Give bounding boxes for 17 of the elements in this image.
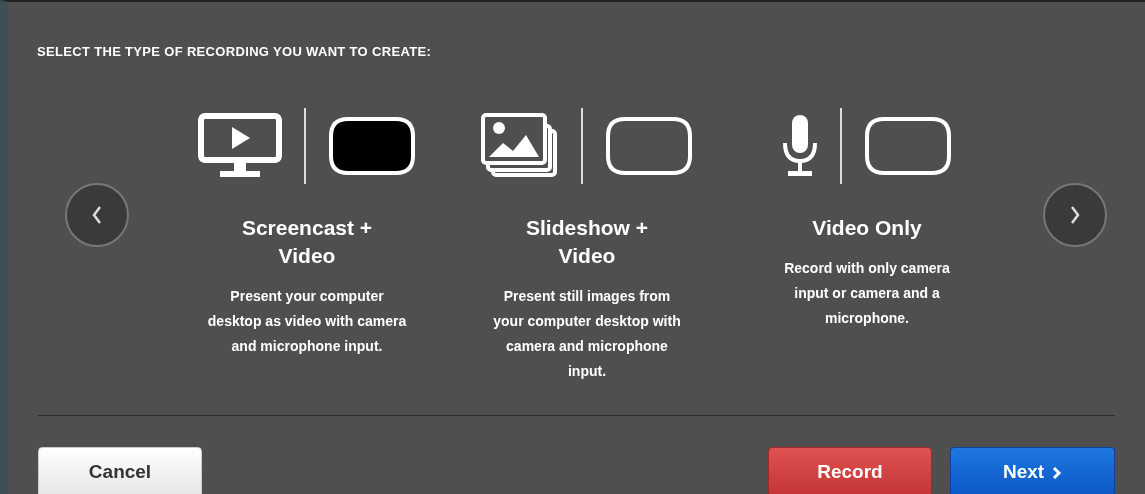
option-title: Video Only bbox=[811, 214, 923, 241]
next-button[interactable]: Next bbox=[950, 446, 1115, 494]
record-button[interactable]: Record bbox=[768, 446, 932, 494]
empty-frame-icon[interactable] bbox=[605, 115, 693, 176]
microphone-icon bbox=[782, 112, 818, 179]
option-description: Record with only camera input or camera and a microphone. bbox=[783, 258, 951, 328]
dialog-heading: SELECT THE TYPE OF RECORDING YOU WANT TO CREATE: bbox=[37, 43, 433, 61]
filled-frame-icon[interactable] bbox=[328, 115, 416, 176]
option-title: Slideshow + Video bbox=[525, 214, 649, 269]
monitor-play-icon bbox=[198, 112, 282, 179]
option-description: Present still images from your computer desktop with camera and microphone input. bbox=[492, 286, 682, 381]
cancel-button[interactable]: Cancel bbox=[38, 446, 202, 494]
chevron-right-icon bbox=[1052, 465, 1063, 480]
option-title: Screencast + Video bbox=[240, 214, 374, 269]
image-stack-icon bbox=[481, 112, 559, 179]
empty-frame-icon[interactable] bbox=[864, 115, 952, 176]
option-description: Present your computer desktop as video with camera and microphone input. bbox=[207, 286, 407, 356]
